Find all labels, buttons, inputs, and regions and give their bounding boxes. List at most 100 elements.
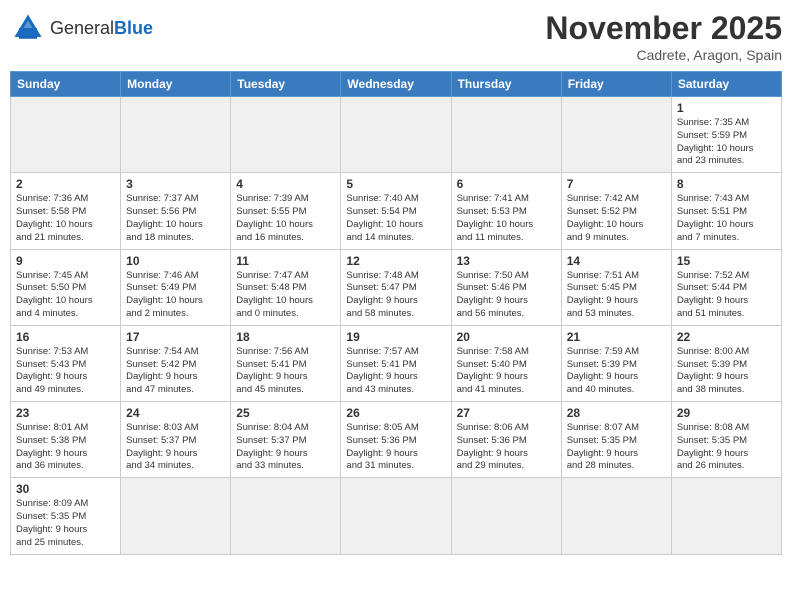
page: GeneralBlue November 2025 Cadrete, Arago…: [0, 0, 792, 612]
day-info: Sunrise: 7:42 AM Sunset: 5:52 PM Dayligh…: [567, 193, 666, 244]
calendar-cell: 25Sunrise: 8:04 AM Sunset: 5:37 PM Dayli…: [231, 402, 341, 478]
day-number: 1: [677, 101, 776, 115]
calendar-cell: [231, 97, 341, 173]
col-monday: Monday: [121, 72, 231, 97]
calendar-cell: 14Sunrise: 7:51 AM Sunset: 5:45 PM Dayli…: [561, 249, 671, 325]
calendar-cell: [561, 97, 671, 173]
day-info: Sunrise: 7:57 AM Sunset: 5:41 PM Dayligh…: [346, 346, 445, 397]
calendar-cell: 13Sunrise: 7:50 AM Sunset: 5:46 PM Dayli…: [451, 249, 561, 325]
col-saturday: Saturday: [671, 72, 781, 97]
day-info: Sunrise: 7:59 AM Sunset: 5:39 PM Dayligh…: [567, 346, 666, 397]
col-tuesday: Tuesday: [231, 72, 341, 97]
calendar-cell: [561, 478, 671, 554]
day-info: Sunrise: 8:07 AM Sunset: 5:35 PM Dayligh…: [567, 422, 666, 473]
day-number: 17: [126, 330, 225, 344]
col-wednesday: Wednesday: [341, 72, 451, 97]
logo: GeneralBlue: [10, 10, 153, 46]
day-number: 6: [457, 177, 556, 191]
col-sunday: Sunday: [11, 72, 121, 97]
day-number: 3: [126, 177, 225, 191]
location: Cadrete, Aragon, Spain: [545, 47, 782, 63]
day-info: Sunrise: 7:35 AM Sunset: 5:59 PM Dayligh…: [677, 117, 776, 168]
day-number: 25: [236, 406, 335, 420]
day-info: Sunrise: 7:50 AM Sunset: 5:46 PM Dayligh…: [457, 270, 556, 321]
day-number: 5: [346, 177, 445, 191]
header: GeneralBlue November 2025 Cadrete, Arago…: [10, 10, 782, 63]
calendar-cell: 10Sunrise: 7:46 AM Sunset: 5:49 PM Dayli…: [121, 249, 231, 325]
day-number: 19: [346, 330, 445, 344]
day-number: 28: [567, 406, 666, 420]
calendar-cell: 27Sunrise: 8:06 AM Sunset: 5:36 PM Dayli…: [451, 402, 561, 478]
day-info: Sunrise: 7:41 AM Sunset: 5:53 PM Dayligh…: [457, 193, 556, 244]
calendar-cell: 15 Sunrise: 7:52 AM Sunset: 5:44 PM Dayli…: [671, 249, 781, 325]
day-info: Sunrise: 8:03 AM Sunset: 5:37 PM Dayligh…: [126, 422, 225, 473]
month-title: November 2025: [545, 10, 782, 47]
day-number: 11: [236, 254, 335, 268]
day-info: Sunrise: 7:51 AM Sunset: 5:45 PM Dayligh…: [567, 270, 666, 321]
day-info: Sunrise: 8:05 AM Sunset: 5:36 PM Dayligh…: [346, 422, 445, 473]
day-info: Sunrise: 8:01 AM Sunset: 5:38 PM Dayligh…: [16, 422, 115, 473]
col-thursday: Thursday: [451, 72, 561, 97]
calendar-header-row: Sunday Monday Tuesday Wednesday Thursday…: [11, 72, 782, 97]
calendar-cell: [121, 478, 231, 554]
calendar-cell: 2Sunrise: 7:36 AM Sunset: 5:58 PM Daylig…: [11, 173, 121, 249]
calendar-cell: [341, 97, 451, 173]
calendar-cell: 28 Sunrise: 8:07 AM Sunset: 5:35 PM Dayli…: [561, 402, 671, 478]
day-number: 8: [677, 177, 776, 191]
day-info: Sunrise: 8:08 AM Sunset: 5:35 PM Dayligh…: [677, 422, 776, 473]
day-info: Sunrise: 7:52 AM Sunset: 5:44 PM Dayligh…: [677, 270, 776, 321]
day-number: 29: [677, 406, 776, 420]
col-friday: Friday: [561, 72, 671, 97]
calendar-cell: 23 Sunrise: 8:01 AM Sunset: 5:38 PM Dayli…: [11, 402, 121, 478]
day-info: Sunrise: 7:40 AM Sunset: 5:54 PM Dayligh…: [346, 193, 445, 244]
day-number: 12: [346, 254, 445, 268]
calendar: Sunday Monday Tuesday Wednesday Thursday…: [10, 71, 782, 555]
calendar-cell: 5 Sunrise: 7:40 AM Sunset: 5:54 PM Daylig…: [341, 173, 451, 249]
day-info: Sunrise: 8:00 AM Sunset: 5:39 PM Dayligh…: [677, 346, 776, 397]
calendar-cell: [121, 97, 231, 173]
logo-text: GeneralBlue: [50, 18, 153, 39]
day-number: 20: [457, 330, 556, 344]
calendar-cell: 6 Sunrise: 7:41 AM Sunset: 5:53 PM Daylig…: [451, 173, 561, 249]
day-info: Sunrise: 8:06 AM Sunset: 5:36 PM Dayligh…: [457, 422, 556, 473]
calendar-cell: 18Sunrise: 7:56 AM Sunset: 5:41 PM Dayli…: [231, 325, 341, 401]
day-info: Sunrise: 7:54 AM Sunset: 5:42 PM Dayligh…: [126, 346, 225, 397]
day-number: 24: [126, 406, 225, 420]
day-number: 26: [346, 406, 445, 420]
calendar-cell: 29 Sunrise: 8:08 AM Sunset: 5:35 PM Dayli…: [671, 402, 781, 478]
calendar-cell: [451, 478, 561, 554]
title-area: November 2025 Cadrete, Aragon, Spain: [545, 10, 782, 63]
calendar-cell: [451, 97, 561, 173]
calendar-cell: 8Sunrise: 7:43 AM Sunset: 5:51 PM Daylig…: [671, 173, 781, 249]
day-info: Sunrise: 7:37 AM Sunset: 5:56 PM Dayligh…: [126, 193, 225, 244]
day-number: 15: [677, 254, 776, 268]
calendar-cell: [11, 97, 121, 173]
calendar-cell: 24 Sunrise: 8:03 AM Sunset: 5:37 PM Dayli…: [121, 402, 231, 478]
day-number: 4: [236, 177, 335, 191]
day-number: 9: [16, 254, 115, 268]
day-info: Sunrise: 7:46 AM Sunset: 5:49 PM Dayligh…: [126, 270, 225, 321]
calendar-cell: 19 Sunrise: 7:57 AM Sunset: 5:41 PM Dayli…: [341, 325, 451, 401]
day-info: Sunrise: 7:47 AM Sunset: 5:48 PM Dayligh…: [236, 270, 335, 321]
calendar-cell: 9Sunrise: 7:45 AM Sunset: 5:50 PM Daylig…: [11, 249, 121, 325]
day-info: Sunrise: 7:53 AM Sunset: 5:43 PM Dayligh…: [16, 346, 115, 397]
day-info: Sunrise: 7:48 AM Sunset: 5:47 PM Dayligh…: [346, 270, 445, 321]
day-info: Sunrise: 7:39 AM Sunset: 5:55 PM Dayligh…: [236, 193, 335, 244]
calendar-cell: 17 Sunrise: 7:54 AM Sunset: 5:42 PM Dayli…: [121, 325, 231, 401]
calendar-cell: 4 Sunrise: 7:39 AM Sunset: 5:55 PM Daylig…: [231, 173, 341, 249]
calendar-cell: 16Sunrise: 7:53 AM Sunset: 5:43 PM Dayli…: [11, 325, 121, 401]
calendar-cell: [341, 478, 451, 554]
calendar-cell: 26 Sunrise: 8:05 AM Sunset: 5:36 PM Dayli…: [341, 402, 451, 478]
day-number: 22: [677, 330, 776, 344]
calendar-cell: [671, 478, 781, 554]
day-number: 21: [567, 330, 666, 344]
calendar-cell: 22 Sunrise: 8:00 AM Sunset: 5:39 PM Dayli…: [671, 325, 781, 401]
day-number: 23: [16, 406, 115, 420]
logo-icon: [10, 10, 46, 46]
calendar-cell: 7Sunrise: 7:42 AM Sunset: 5:52 PM Daylig…: [561, 173, 671, 249]
calendar-cell: [231, 478, 341, 554]
calendar-cell: 30Sunrise: 8:09 AM Sunset: 5:35 PM Dayli…: [11, 478, 121, 554]
day-info: Sunrise: 7:56 AM Sunset: 5:41 PM Dayligh…: [236, 346, 335, 397]
calendar-cell: 1 Sunrise: 7:35 AM Sunset: 5:59 PM Daylig…: [671, 97, 781, 173]
day-info: Sunrise: 7:58 AM Sunset: 5:40 PM Dayligh…: [457, 346, 556, 397]
